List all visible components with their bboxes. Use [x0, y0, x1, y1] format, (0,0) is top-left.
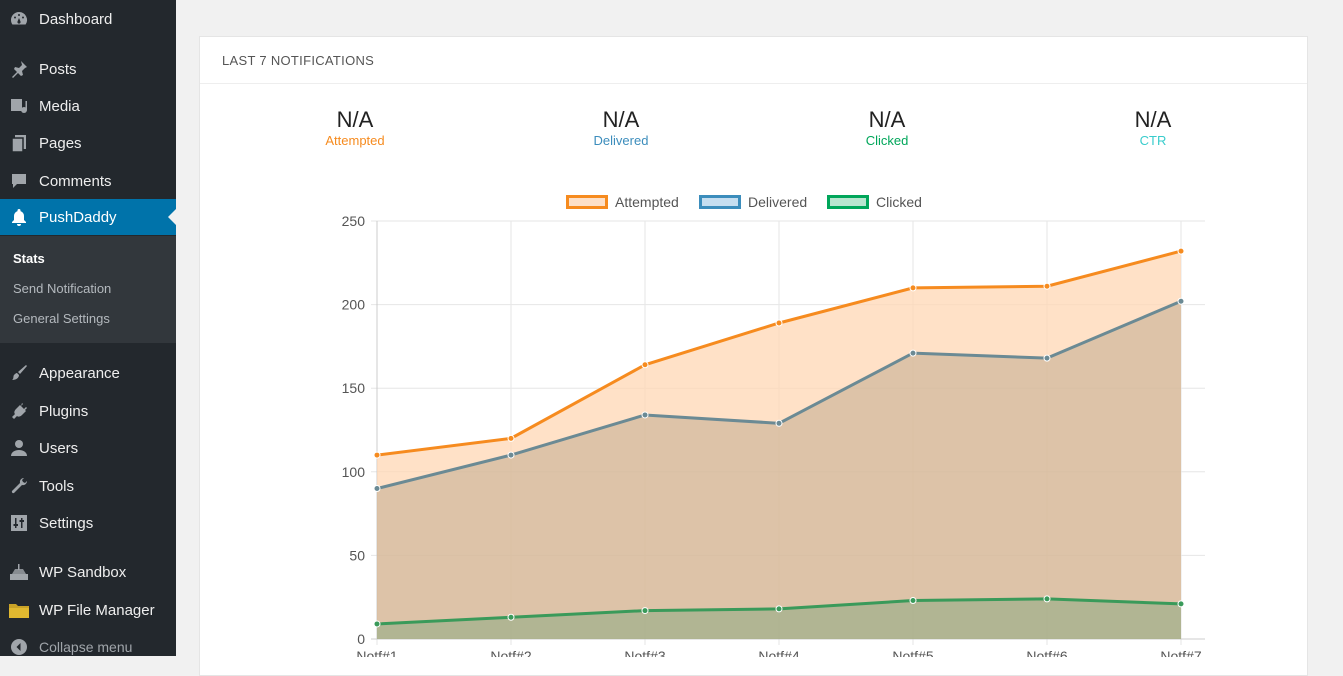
submenu-item-general-settings[interactable]: General Settings: [13, 311, 110, 326]
menu-item-dashboard[interactable]: Dashboard: [0, 1, 176, 37]
dashboard-icon: [8, 8, 30, 30]
menu-item-plugins[interactable]: Plugins: [0, 393, 176, 429]
point-attempted: [909, 284, 917, 292]
menu-label: Appearance: [39, 364, 120, 382]
pushdaddy-submenu: Stats Send Notification General Settings: [0, 236, 176, 343]
submenu-item-send-notification[interactable]: Send Notification: [13, 281, 111, 296]
menu-item-tools[interactable]: Tools: [0, 468, 176, 504]
y-tick-label: 100: [342, 464, 366, 480]
point-clicked: [775, 605, 783, 613]
menu-label: Settings: [39, 514, 94, 532]
menu-label: Users: [39, 439, 79, 457]
wrench-icon: [8, 475, 30, 497]
point-clicked: [1177, 600, 1185, 608]
menu-item-appearance[interactable]: Appearance: [0, 355, 176, 391]
menu-item-settings[interactable]: Settings: [0, 505, 176, 541]
point-delivered: [1043, 354, 1051, 362]
point-delivered: [507, 451, 515, 459]
point-clicked: [373, 620, 381, 628]
point-clicked: [641, 607, 649, 615]
point-attempted: [641, 361, 649, 369]
sandbox-icon: [8, 561, 30, 583]
point-attempted: [507, 434, 515, 442]
active-indicator: [168, 209, 176, 225]
admin-sidebar: Dashboard Posts Media Pages Comments Pus…: [0, 0, 176, 656]
point-clicked: [507, 613, 515, 621]
pages-icon: [8, 132, 30, 154]
point-delivered: [641, 411, 649, 419]
point-delivered: [909, 349, 917, 357]
menu-label: Posts: [39, 60, 77, 78]
notifications-area-chart: 050100150200250Notf#1 Notf#2 Notf#3 Notf#4 N…: [342, 213, 1205, 657]
menu-label: Media: [39, 97, 80, 115]
collapse-menu-button[interactable]: Collapse menu: [0, 636, 176, 656]
point-attempted: [373, 451, 381, 459]
y-tick-label: 250: [342, 213, 366, 229]
menu-label: Dashboard: [39, 10, 113, 28]
media-icon: [8, 95, 30, 117]
collapse-arrow-icon: [8, 636, 30, 656]
comment-icon: [8, 170, 30, 192]
menu-label: Pages: [39, 134, 82, 152]
point-delivered: [1177, 297, 1185, 305]
menu-item-wp-sandbox[interactable]: WP Sandbox: [0, 554, 176, 590]
point-clicked: [1043, 595, 1051, 603]
menu-item-media[interactable]: Media: [0, 88, 176, 124]
menu-item-wp-file-manager[interactable]: WP File Manager: [0, 592, 176, 628]
menu-item-users[interactable]: Users: [0, 430, 176, 466]
y-tick-label: 50: [349, 547, 365, 563]
menu-label: Comments: [39, 172, 112, 190]
y-tick-label: 150: [342, 380, 366, 396]
menu-label: Tools: [39, 477, 75, 495]
y-tick-label: 200: [342, 297, 366, 313]
point-clicked: [909, 597, 917, 605]
menu-label: Plugins: [39, 402, 89, 420]
menu-item-comments[interactable]: Comments: [0, 163, 176, 199]
point-delivered: [373, 485, 381, 493]
stats-panel: LAST 7 NOTIFICATIONS N/A Attempted N/A D…: [199, 36, 1308, 676]
brush-icon: [8, 362, 30, 384]
point-attempted: [775, 319, 783, 327]
menu-label: WP File Manager: [39, 601, 155, 619]
point-attempted: [1043, 282, 1051, 290]
y-tick-label: 0: [357, 631, 365, 647]
bell-icon: [8, 206, 30, 228]
point-delivered: [775, 419, 783, 427]
folder-icon: [8, 599, 30, 621]
submenu-item-stats[interactable]: Stats: [13, 251, 45, 266]
point-attempted: [1177, 247, 1185, 255]
menu-item-pages[interactable]: Pages: [0, 125, 176, 161]
plug-icon: [8, 400, 30, 422]
menu-item-posts[interactable]: Posts: [0, 51, 176, 87]
user-icon: [8, 437, 30, 459]
menu-item-pushdaddy[interactable]: PushDaddy: [0, 199, 176, 235]
collapse-label: Collapse menu: [39, 639, 133, 655]
sliders-icon: [8, 512, 30, 534]
pin-icon: [8, 58, 30, 80]
menu-label: PushDaddy: [39, 208, 117, 226]
menu-label: WP Sandbox: [39, 563, 127, 581]
